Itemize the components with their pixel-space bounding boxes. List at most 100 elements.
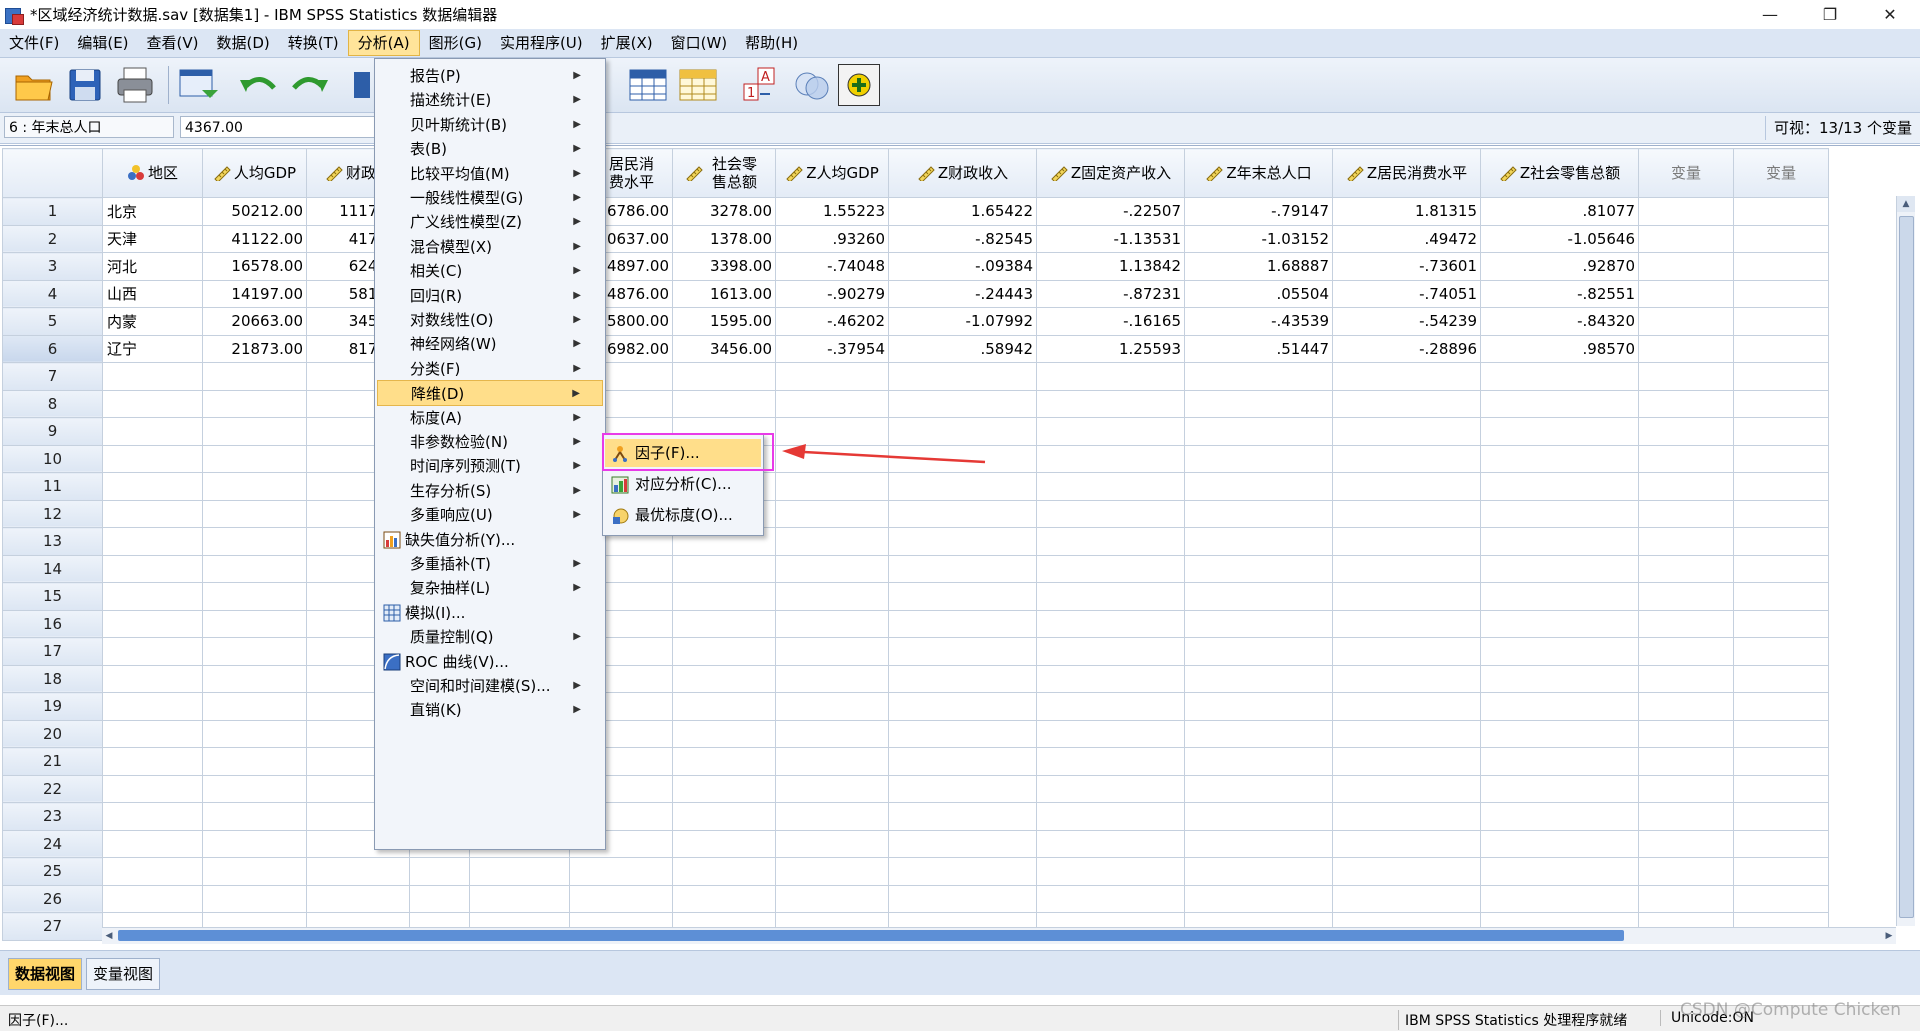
- scroll-left-icon[interactable]: ◀: [102, 928, 116, 944]
- grid-cell[interactable]: [888, 499, 1037, 528]
- grid-cell[interactable]: .51447: [1184, 334, 1333, 363]
- grid-cell[interactable]: [1184, 444, 1333, 473]
- grid-cell[interactable]: [202, 747, 307, 776]
- vertical-scrollbar[interactable]: ▲: [1896, 196, 1915, 926]
- row-number[interactable]: 20: [2, 719, 103, 748]
- grid-cell[interactable]: [1480, 527, 1639, 556]
- grid-cell[interactable]: -.09384: [888, 252, 1037, 281]
- spelling-icon[interactable]: [838, 64, 880, 106]
- grid-cell[interactable]: -.28896: [1332, 334, 1481, 363]
- column-header-0[interactable]: 地区: [102, 148, 203, 198]
- grid-cell[interactable]: [1638, 444, 1734, 473]
- grid-cell[interactable]: 50212.00: [202, 197, 307, 226]
- grid-cell[interactable]: [202, 692, 307, 721]
- use-sets-icon[interactable]: [790, 64, 834, 106]
- grid-cell[interactable]: [1480, 417, 1639, 446]
- grid-cell[interactable]: [1036, 884, 1185, 913]
- grid-cell[interactable]: [1638, 719, 1734, 748]
- grid-cell[interactable]: [1733, 802, 1829, 831]
- row-number[interactable]: 19: [2, 692, 103, 721]
- grid-cell[interactable]: 1.68887: [1184, 252, 1333, 281]
- grid-cell[interactable]: [102, 472, 203, 501]
- grid-cell[interactable]: [202, 719, 307, 748]
- grid-cell[interactable]: [1332, 472, 1481, 501]
- row-number[interactable]: 9: [2, 417, 103, 446]
- analyze-menu-item-5[interactable]: 一般线性模型(G) ▶: [377, 185, 603, 211]
- grid-cell[interactable]: [1480, 884, 1639, 913]
- grid-cell[interactable]: [1036, 527, 1185, 556]
- grid-cell[interactable]: [1733, 527, 1829, 556]
- analyze-menu-item-1[interactable]: 描述统计(E) ▶: [377, 87, 603, 113]
- grid-cell[interactable]: [672, 554, 776, 583]
- grid-cell[interactable]: -.73601: [1332, 252, 1481, 281]
- grid-cell[interactable]: [888, 664, 1037, 693]
- grid-cell[interactable]: [1480, 389, 1639, 418]
- print-icon[interactable]: [114, 64, 158, 106]
- grid-cell[interactable]: [775, 609, 889, 638]
- scroll-right-icon[interactable]: ▶: [1882, 928, 1896, 944]
- grid-cell[interactable]: [1332, 609, 1481, 638]
- grid-cell[interactable]: -.43539: [1184, 307, 1333, 336]
- grid-cell[interactable]: [888, 829, 1037, 858]
- grid-cell[interactable]: [672, 719, 776, 748]
- grid-cell[interactable]: [775, 829, 889, 858]
- column-header-8[interactable]: Z财政收入: [888, 148, 1037, 198]
- grid-cell[interactable]: [1733, 389, 1829, 418]
- grid-cell[interactable]: [202, 609, 307, 638]
- grid-cell[interactable]: 3398.00: [672, 252, 776, 281]
- grid-cell[interactable]: [1733, 197, 1829, 226]
- grid-cell[interactable]: [1733, 664, 1829, 693]
- grid-cell[interactable]: [1638, 554, 1734, 583]
- analyze-menu-item-15[interactable]: 非参数检验(N) ▶: [377, 429, 603, 455]
- row-number[interactable]: 12: [2, 499, 103, 528]
- grid-cell[interactable]: [102, 664, 203, 693]
- grid-cell[interactable]: [1036, 389, 1185, 418]
- grid-cell[interactable]: [202, 857, 307, 886]
- grid-cell[interactable]: [1733, 554, 1829, 583]
- minimize-button[interactable]: —: [1740, 0, 1800, 29]
- grid-cell[interactable]: [775, 389, 889, 418]
- open-folder-icon[interactable]: [12, 64, 56, 106]
- column-header-9[interactable]: Z固定资产收入: [1036, 148, 1185, 198]
- grid-cell[interactable]: [1638, 334, 1734, 363]
- grid-cell[interactable]: [1036, 582, 1185, 611]
- grid-cell[interactable]: [1638, 829, 1734, 858]
- grid-cell[interactable]: [672, 692, 776, 721]
- grid-cell[interactable]: [1036, 637, 1185, 666]
- grid-cell[interactable]: [1036, 362, 1185, 391]
- grid-cell[interactable]: [775, 554, 889, 583]
- analyze-menu-item-8[interactable]: 相关(C) ▶: [377, 258, 603, 284]
- grid-cell[interactable]: [306, 884, 410, 913]
- grid-cell[interactable]: [1480, 802, 1639, 831]
- analyze-menu-item-12[interactable]: 分类(F) ▶: [377, 356, 603, 382]
- grid-cell[interactable]: [672, 609, 776, 638]
- grid-cell[interactable]: [202, 527, 307, 556]
- menu-item-3[interactable]: 数据(D): [208, 30, 279, 56]
- grid-cell[interactable]: [775, 692, 889, 721]
- grid-cell[interactable]: [1332, 637, 1481, 666]
- grid-cell[interactable]: [1332, 692, 1481, 721]
- grid-cell[interactable]: [1036, 747, 1185, 776]
- grid-cell[interactable]: [102, 884, 203, 913]
- grid-cell[interactable]: [1480, 637, 1639, 666]
- grid-cell[interactable]: -.24443: [888, 279, 1037, 308]
- grid-cell[interactable]: 1595.00: [672, 307, 776, 336]
- grid-cell[interactable]: [1184, 417, 1333, 446]
- analyze-menu-item-11[interactable]: 神经网络(W) ▶: [377, 331, 603, 357]
- grid-cell[interactable]: -.74051: [1332, 279, 1481, 308]
- grid-cell[interactable]: [102, 582, 203, 611]
- grid-cell[interactable]: [1638, 637, 1734, 666]
- grid-cell[interactable]: [306, 857, 410, 886]
- grid-cell[interactable]: [102, 499, 203, 528]
- grid-cell[interactable]: [102, 444, 203, 473]
- grid-cell[interactable]: [1332, 747, 1481, 776]
- row-number[interactable]: 25: [2, 857, 103, 886]
- grid-cell[interactable]: 3456.00: [672, 334, 776, 363]
- row-number[interactable]: 5: [2, 307, 103, 336]
- grid-cell[interactable]: [1332, 829, 1481, 858]
- grid-cell[interactable]: [888, 554, 1037, 583]
- grid-cell[interactable]: [672, 857, 776, 886]
- grid-cell[interactable]: [1638, 499, 1734, 528]
- analyze-menu-item-13[interactable]: 降维(D) ▶: [377, 380, 603, 407]
- grid-cell[interactable]: [202, 554, 307, 583]
